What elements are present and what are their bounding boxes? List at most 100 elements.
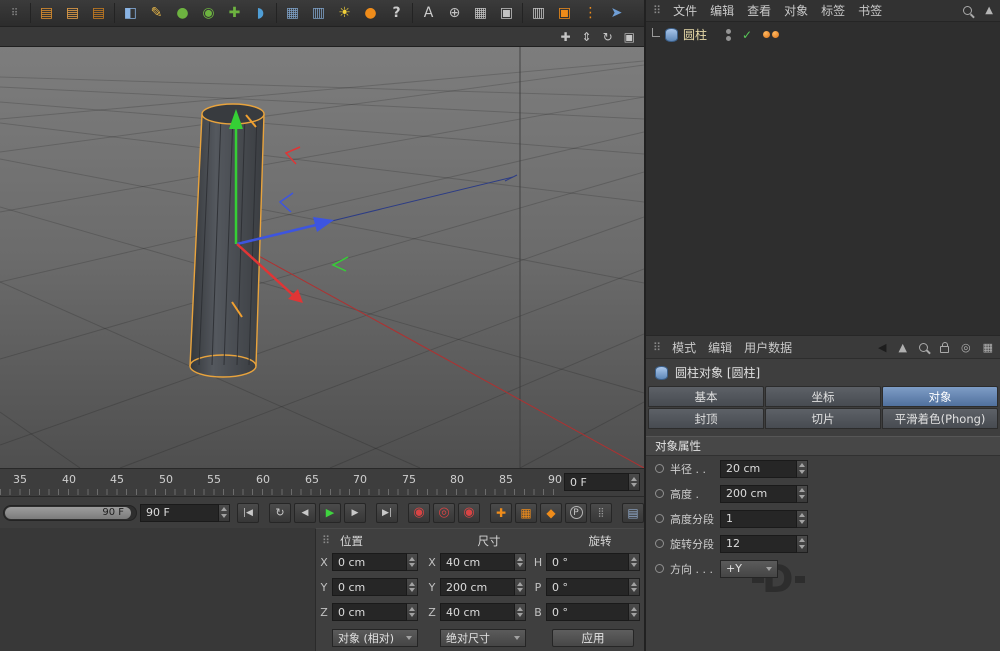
search-icon[interactable] [918,342,928,352]
menu-edit[interactable]: 编辑 [708,339,732,356]
array-generator-icon[interactable]: ▦ [280,2,305,25]
select-arrow-icon[interactable]: ▲ [899,341,907,354]
pos-y-input[interactable] [332,578,407,596]
pos-x-field[interactable] [332,553,418,571]
record-keyframe-button[interactable]: ◉ [408,502,430,523]
panel-menu-icon[interactable]: ▦ [983,341,993,354]
text-tool-icon[interactable]: A [416,2,441,25]
timeline-scrubber[interactable]: 90 F [3,504,137,521]
height-input[interactable] [720,484,797,503]
coord-mode-dropdown[interactable]: 对象 (相对) [332,629,418,647]
keyframe-dot-icon[interactable] [655,489,664,498]
key-parameter-button[interactable]: P [565,502,587,523]
instance-generator-icon[interactable]: ▥ [306,2,331,25]
tab-slice[interactable]: 切片 [765,408,881,429]
render-picture-viewer-icon[interactable]: ▤ [60,2,85,25]
modeling-add-icon[interactable]: ✚ [222,2,247,25]
current-frame-input[interactable] [140,503,219,522]
key-scale-button[interactable]: ▦ [515,502,537,523]
rotation-segments-field[interactable] [720,534,808,553]
size-x-input[interactable] [440,553,515,571]
generator-sphere-icon[interactable]: ◉ [196,2,221,25]
enable-check-icon[interactable]: ✓ [742,28,752,42]
up-level-icon[interactable]: ▲ [985,5,993,16]
keyframe-dot-icon[interactable] [655,464,664,473]
grid-snap-icon[interactable]: ▦ [468,2,493,25]
size-z-field[interactable] [440,603,526,621]
key-pla-button[interactable]: ⣿ [590,502,612,523]
end-frame-stepper[interactable] [629,473,640,491]
scrubber-handle[interactable]: 90 F [5,506,131,519]
height-field[interactable] [720,484,808,503]
height-segments-field[interactable] [720,509,808,528]
workplane-icon[interactable]: ▣ [494,2,519,25]
pos-z-input[interactable] [332,603,407,621]
tab-basic[interactable]: 基本 [648,386,764,407]
pos-z-field[interactable] [332,603,418,621]
tab-coordinates[interactable]: 坐标 [765,386,881,407]
apply-button[interactable]: 应用 [552,629,634,647]
rotation-segments-input[interactable] [720,534,797,553]
radius-input[interactable] [720,459,797,478]
zoom-view-icon[interactable]: ⇕ [582,30,592,44]
toggle-views-icon[interactable]: ▣ [624,30,635,44]
menu-user-data[interactable]: 用户数据 [744,339,792,356]
frame-stepper[interactable] [219,503,230,522]
timeline-ruler[interactable]: 35 40 45 50 55 60 65 70 75 80 85 90 [0,468,644,497]
autokey-button[interactable]: ◎ [433,502,455,523]
menu-object[interactable]: 对象 [784,2,808,19]
keyframe-dot-icon[interactable] [655,514,664,523]
next-frame-button[interactable]: ▶ [344,502,366,523]
size-mode-dropdown[interactable]: 绝对尺寸 [440,629,526,647]
subdivision-surface-icon[interactable]: ● [170,2,195,25]
size-y-input[interactable] [440,578,515,596]
menu-mode[interactable]: 模式 [672,339,696,356]
viewport-canvas[interactable] [0,47,645,469]
size-z-input[interactable] [440,603,515,621]
menu-view[interactable]: 查看 [747,2,771,19]
feather-tool-icon[interactable]: ➤ [604,2,629,25]
key-position-button[interactable]: ✚ [490,502,512,523]
keyframe-panel-button[interactable]: ▤ [622,502,644,523]
help-icon[interactable]: ? [384,2,409,25]
rot-p-field[interactable] [546,578,640,596]
height-segments-input[interactable] [720,509,797,528]
cube-primitive-icon[interactable]: ◧ [118,2,143,25]
pos-y-field[interactable] [332,578,418,596]
size-y-field[interactable] [440,578,526,596]
target-icon[interactable]: ◎ [961,341,971,354]
search-icon[interactable] [963,6,973,15]
edit-render-settings-icon[interactable]: ▤ [86,2,111,25]
visibility-dots-icon[interactable] [726,28,732,41]
material-tag-icon[interactable] [763,31,780,38]
radius-field[interactable] [720,459,808,478]
rot-h-field[interactable] [546,553,640,571]
light-tool-icon[interactable]: ☀ [332,2,357,25]
prev-frame-button[interactable]: ◀ [294,502,316,523]
history-back-icon[interactable]: ◀ [878,341,886,354]
orientation-dropdown[interactable]: +Y [720,559,778,578]
lock-icon[interactable] [939,341,949,353]
key-rotation-button[interactable]: ◆ [540,502,562,523]
render-view-icon[interactable]: ▤ [34,2,59,25]
end-frame-field[interactable] [564,473,640,491]
rot-b-field[interactable] [546,603,640,621]
tab-caps[interactable]: 封顶 [648,408,764,429]
viewport-3d[interactable] [0,47,645,469]
play-button[interactable]: ▶ [319,502,341,523]
object-row-cylinder[interactable]: 圆柱 ✓ [646,22,1000,44]
film-view-icon[interactable]: ▥ [526,2,551,25]
pen-tool-icon[interactable]: ✎ [144,2,169,25]
axis-mode-icon[interactable]: ⊕ [442,2,467,25]
keyframe-dot-icon[interactable] [655,564,664,573]
rotate-view-icon[interactable]: ↻ [603,30,613,44]
keyframe-dot-icon[interactable] [655,539,664,548]
rot-b-input[interactable] [546,603,629,621]
pan-view-icon[interactable]: ✚ [560,30,570,44]
object-label[interactable]: 圆柱 [683,26,707,43]
tab-object[interactable]: 对象 [882,386,998,407]
menu-dots-icon[interactable]: ⋮ [578,2,603,25]
size-x-field[interactable] [440,553,526,571]
current-frame-field[interactable] [140,503,230,522]
menu-bookmarks[interactable]: 书签 [858,2,882,19]
